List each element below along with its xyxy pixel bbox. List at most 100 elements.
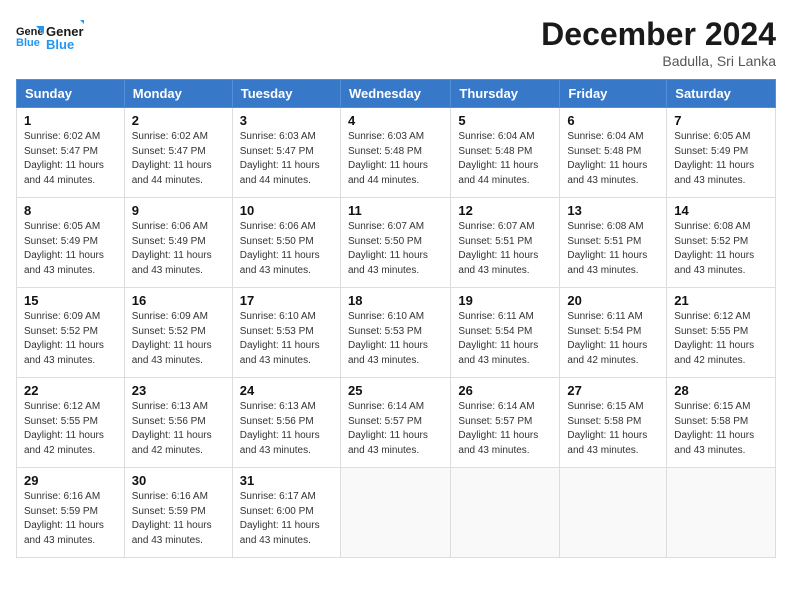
col-header-wednesday: Wednesday [340, 80, 450, 108]
day-number: 1 [24, 113, 117, 128]
calendar-cell [340, 468, 450, 558]
day-info: Sunrise: 6:17 AMSunset: 6:00 PMDaylight:… [240, 490, 333, 548]
day-number: 16 [132, 293, 225, 308]
day-number: 13 [567, 203, 659, 218]
day-info: Sunrise: 6:07 AMSunset: 5:51 PMDaylight:… [458, 220, 552, 278]
day-info: Sunrise: 6:12 AMSunset: 5:55 PMDaylight:… [24, 400, 117, 458]
day-info: Sunrise: 6:07 AMSunset: 5:50 PMDaylight:… [348, 220, 443, 278]
calendar-cell: 8 Sunrise: 6:05 AMSunset: 5:49 PMDaylight… [17, 198, 125, 288]
day-number: 11 [348, 203, 443, 218]
day-number: 31 [240, 473, 333, 488]
day-number: 20 [567, 293, 659, 308]
col-header-saturday: Saturday [667, 80, 776, 108]
day-info: Sunrise: 6:08 AMSunset: 5:51 PMDaylight:… [567, 220, 659, 278]
day-info: Sunrise: 6:15 AMSunset: 5:58 PMDaylight:… [567, 400, 659, 458]
calendar-cell: 24 Sunrise: 6:13 AMSunset: 5:56 PMDayligh… [232, 378, 340, 468]
day-info: Sunrise: 6:05 AMSunset: 5:49 PMDaylight:… [24, 220, 117, 278]
calendar-cell: 17 Sunrise: 6:10 AMSunset: 5:53 PMDayligh… [232, 288, 340, 378]
title-block: December 2024 Badulla, Sri Lanka [541, 16, 776, 69]
day-number: 21 [674, 293, 768, 308]
col-header-thursday: Thursday [451, 80, 560, 108]
calendar-cell: 19 Sunrise: 6:11 AMSunset: 5:54 PMDayligh… [451, 288, 560, 378]
day-info: Sunrise: 6:13 AMSunset: 5:56 PMDaylight:… [240, 400, 333, 458]
day-info: Sunrise: 6:14 AMSunset: 5:57 PMDaylight:… [348, 400, 443, 458]
day-info: Sunrise: 6:02 AMSunset: 5:47 PMDaylight:… [132, 130, 225, 188]
calendar-cell: 7Sunrise: 6:05 AMSunset: 5:49 PMDaylight… [667, 108, 776, 198]
calendar-table: SundayMondayTuesdayWednesdayThursdayFrid… [16, 79, 776, 558]
day-number: 28 [674, 383, 768, 398]
day-info: Sunrise: 6:13 AMSunset: 5:56 PMDaylight:… [132, 400, 225, 458]
day-info: Sunrise: 6:09 AMSunset: 5:52 PMDaylight:… [132, 310, 225, 368]
day-number: 22 [24, 383, 117, 398]
day-info: Sunrise: 6:04 AMSunset: 5:48 PMDaylight:… [458, 130, 552, 188]
calendar-week-5: 29 Sunrise: 6:16 AMSunset: 5:59 PMDayligh… [17, 468, 776, 558]
day-info: Sunrise: 6:16 AMSunset: 5:59 PMDaylight:… [132, 490, 225, 548]
day-number: 12 [458, 203, 552, 218]
calendar-cell: 27 Sunrise: 6:15 AMSunset: 5:58 PMDayligh… [560, 378, 667, 468]
day-info: Sunrise: 6:12 AMSunset: 5:55 PMDaylight:… [674, 310, 768, 368]
day-number: 5 [458, 113, 552, 128]
day-info: Sunrise: 6:03 AMSunset: 5:47 PMDaylight:… [240, 130, 333, 188]
day-info: Sunrise: 6:10 AMSunset: 5:53 PMDaylight:… [348, 310, 443, 368]
col-header-friday: Friday [560, 80, 667, 108]
calendar-cell [451, 468, 560, 558]
day-info: Sunrise: 6:03 AMSunset: 5:48 PMDaylight:… [348, 130, 443, 188]
day-number: 8 [24, 203, 117, 218]
svg-text:Blue: Blue [46, 37, 74, 52]
day-number: 23 [132, 383, 225, 398]
calendar-cell: 5 Sunrise: 6:04 AMSunset: 5:48 PMDaylight… [451, 108, 560, 198]
calendar-week-1: 1 Sunrise: 6:02 AMSunset: 5:47 PMDaylight… [17, 108, 776, 198]
calendar-cell: 15 Sunrise: 6:09 AMSunset: 5:52 PMDayligh… [17, 288, 125, 378]
calendar-cell: 23 Sunrise: 6:13 AMSunset: 5:56 PMDayligh… [124, 378, 232, 468]
svg-text:Blue: Blue [16, 37, 40, 49]
calendar-cell [560, 468, 667, 558]
calendar-cell: 1 Sunrise: 6:02 AMSunset: 5:47 PMDaylight… [17, 108, 125, 198]
day-number: 24 [240, 383, 333, 398]
day-number: 18 [348, 293, 443, 308]
calendar-cell: 29 Sunrise: 6:16 AMSunset: 5:59 PMDayligh… [17, 468, 125, 558]
day-number: 4 [348, 113, 443, 128]
day-info: Sunrise: 6:02 AMSunset: 5:47 PMDaylight:… [24, 130, 117, 188]
calendar-week-2: 8 Sunrise: 6:05 AMSunset: 5:49 PMDaylight… [17, 198, 776, 288]
day-info: Sunrise: 6:09 AMSunset: 5:52 PMDaylight:… [24, 310, 117, 368]
day-number: 3 [240, 113, 333, 128]
day-info: Sunrise: 6:14 AMSunset: 5:57 PMDaylight:… [458, 400, 552, 458]
day-info: Sunrise: 6:16 AMSunset: 5:59 PMDaylight:… [24, 490, 117, 548]
calendar-header-row: SundayMondayTuesdayWednesdayThursdayFrid… [17, 80, 776, 108]
day-number: 14 [674, 203, 768, 218]
calendar-cell: 4 Sunrise: 6:03 AMSunset: 5:48 PMDaylight… [340, 108, 450, 198]
calendar-cell: 25Sunrise: 6:14 AMSunset: 5:57 PMDayligh… [340, 378, 450, 468]
day-info: Sunrise: 6:10 AMSunset: 5:53 PMDaylight:… [240, 310, 333, 368]
day-number: 29 [24, 473, 117, 488]
calendar-cell [667, 468, 776, 558]
calendar-cell: 6Sunrise: 6:04 AMSunset: 5:48 PMDaylight… [560, 108, 667, 198]
calendar-cell: 11 Sunrise: 6:07 AMSunset: 5:50 PMDayligh… [340, 198, 450, 288]
month-title: December 2024 [541, 16, 776, 53]
day-number: 9 [132, 203, 225, 218]
logo-bird-icon: General Blue [46, 16, 84, 54]
calendar-week-4: 22 Sunrise: 6:12 AMSunset: 5:55 PMDayligh… [17, 378, 776, 468]
calendar-cell: 20 Sunrise: 6:11 AMSunset: 5:54 PMDayligh… [560, 288, 667, 378]
day-number: 30 [132, 473, 225, 488]
day-number: 17 [240, 293, 333, 308]
location: Badulla, Sri Lanka [541, 53, 776, 69]
day-info: Sunrise: 6:11 AMSunset: 5:54 PMDaylight:… [567, 310, 659, 368]
day-number: 15 [24, 293, 117, 308]
calendar-cell: 26Sunrise: 6:14 AMSunset: 5:57 PMDayligh… [451, 378, 560, 468]
day-number: 19 [458, 293, 552, 308]
calendar-cell: 14Sunrise: 6:08 AMSunset: 5:52 PMDayligh… [667, 198, 776, 288]
logo-icon: General Blue [16, 21, 44, 49]
day-number: 7 [674, 113, 768, 128]
calendar-cell: 21 Sunrise: 6:12 AMSunset: 5:55 PMDayligh… [667, 288, 776, 378]
day-info: Sunrise: 6:11 AMSunset: 5:54 PMDaylight:… [458, 310, 552, 368]
page-header: General Blue General Blue December 2024 … [16, 16, 776, 69]
calendar-cell: 13 Sunrise: 6:08 AMSunset: 5:51 PMDayligh… [560, 198, 667, 288]
calendar-cell: 28Sunrise: 6:15 AMSunset: 5:58 PMDayligh… [667, 378, 776, 468]
day-number: 6 [567, 113, 659, 128]
day-number: 10 [240, 203, 333, 218]
calendar-cell: 12 Sunrise: 6:07 AMSunset: 5:51 PMDayligh… [451, 198, 560, 288]
calendar-week-3: 15 Sunrise: 6:09 AMSunset: 5:52 PMDayligh… [17, 288, 776, 378]
calendar-cell: 3 Sunrise: 6:03 AMSunset: 5:47 PMDaylight… [232, 108, 340, 198]
calendar-cell: 22 Sunrise: 6:12 AMSunset: 5:55 PMDayligh… [17, 378, 125, 468]
day-number: 27 [567, 383, 659, 398]
